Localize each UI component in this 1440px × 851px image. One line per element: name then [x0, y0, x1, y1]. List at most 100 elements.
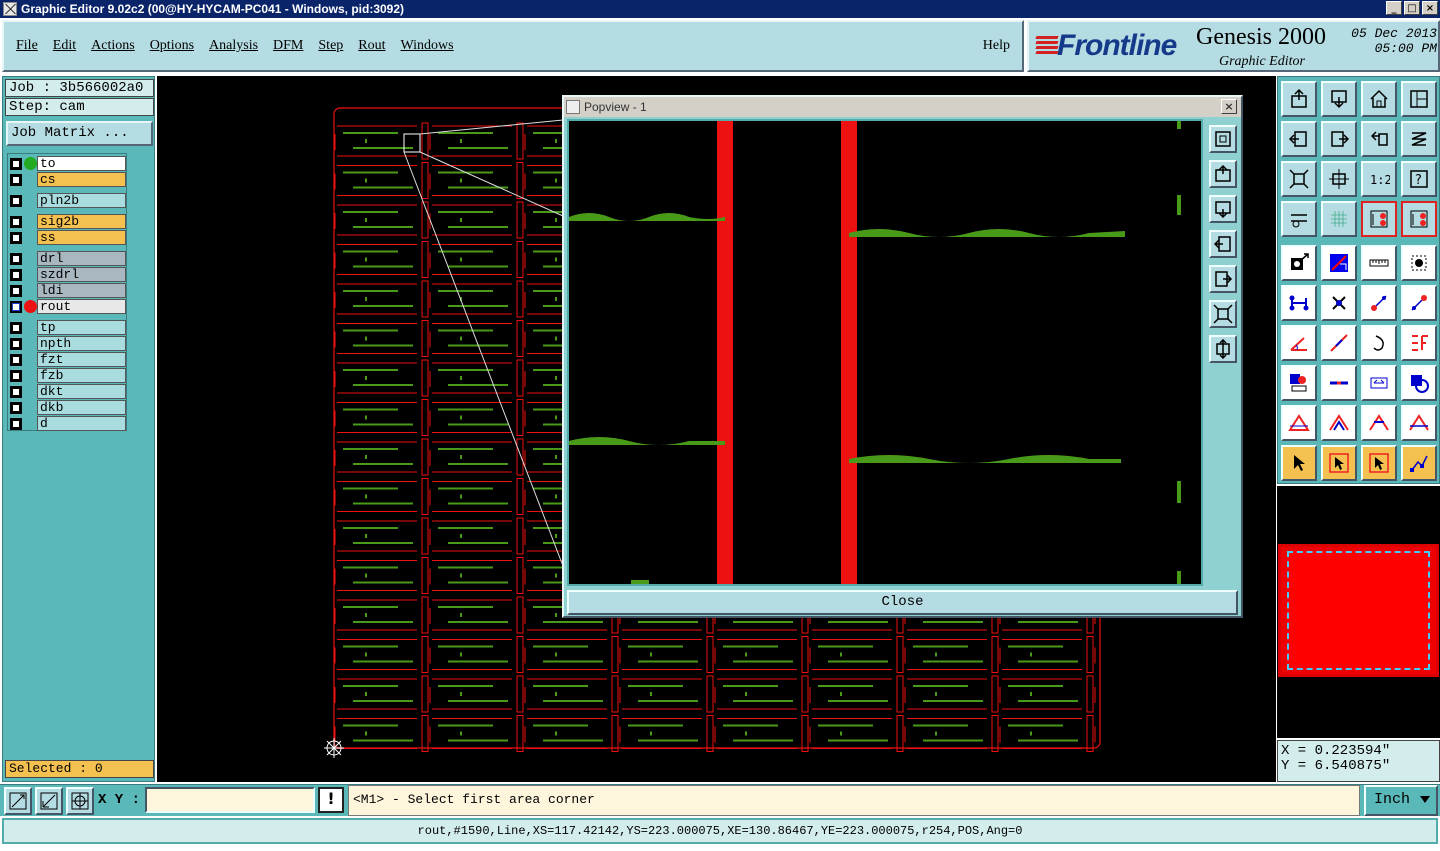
- layer-row-npth[interactable]: npth: [10, 336, 126, 351]
- connect-button[interactable]: [1361, 285, 1397, 321]
- layer-checkbox[interactable]: [10, 385, 22, 398]
- layer-row-to[interactable]: to: [10, 156, 126, 171]
- add-line-button[interactable]: [1321, 245, 1357, 281]
- layer-row-ldi[interactable]: ldi: [10, 283, 126, 298]
- popview-close-button[interactable]: Close: [567, 590, 1238, 615]
- route-button[interactable]: [1401, 285, 1437, 321]
- center-button[interactable]: [1321, 161, 1357, 197]
- select-box-button[interactable]: [1401, 245, 1437, 281]
- triangle-area-button[interactable]: [1361, 405, 1397, 441]
- layer-row-drl[interactable]: drl: [10, 251, 126, 266]
- maximize-button[interactable]: □: [1404, 1, 1420, 15]
- pan-left-button[interactable]: [1281, 121, 1317, 157]
- unit-selector[interactable]: Inch: [1364, 785, 1438, 816]
- menu-step[interactable]: Step: [318, 38, 343, 54]
- popview-canvas[interactable]: [567, 119, 1203, 586]
- add-pad-button[interactable]: [1281, 245, 1317, 281]
- text-button[interactable]: [1401, 325, 1437, 361]
- menu-options[interactable]: Options: [150, 38, 194, 54]
- layer-checkbox[interactable]: [10, 321, 22, 334]
- query-button[interactable]: ?: [1401, 161, 1437, 197]
- layer-red2-button[interactable]: [1401, 201, 1437, 237]
- layer-row-dkt[interactable]: dkt: [10, 384, 126, 399]
- delete-button[interactable]: [1321, 285, 1357, 321]
- pop-center-icon[interactable]: [1209, 335, 1237, 363]
- snap-point-button[interactable]: [1401, 445, 1437, 481]
- menu-rout[interactable]: Rout: [358, 38, 385, 54]
- layer-checkbox[interactable]: [10, 300, 22, 313]
- cursor-button[interactable]: [1281, 445, 1317, 481]
- menu-edit[interactable]: Edit: [53, 38, 76, 54]
- pop-zoom-home-icon[interactable]: [1209, 160, 1237, 188]
- measure-mode-icon[interactable]: [35, 787, 63, 815]
- layer-checkbox[interactable]: [10, 417, 22, 430]
- pop-pan-left-icon[interactable]: [1209, 230, 1237, 258]
- layer-checkbox[interactable]: [10, 337, 22, 350]
- popview-close-x-button[interactable]: ×: [1221, 99, 1237, 114]
- layer-red-button[interactable]: [1361, 201, 1397, 237]
- layer-checkbox[interactable]: [10, 252, 22, 265]
- layer-row-dkb[interactable]: dkb: [10, 400, 126, 415]
- layer-row-szdrl[interactable]: szdrl: [10, 267, 126, 282]
- copy-button[interactable]: [1401, 365, 1437, 401]
- cursor-box2-button[interactable]: [1361, 445, 1397, 481]
- grid-mode-icon[interactable]: [66, 787, 94, 815]
- menu-dfm[interactable]: DFM: [273, 38, 303, 54]
- layer-row-cs[interactable]: cs: [10, 172, 126, 187]
- cursor-box-button[interactable]: [1321, 445, 1357, 481]
- layer-checkbox[interactable]: [10, 369, 22, 382]
- close-window-button[interactable]: ×: [1422, 1, 1438, 15]
- menu-windows[interactable]: Windows: [401, 38, 454, 54]
- layer-checkbox[interactable]: [10, 157, 22, 170]
- layer-checkbox[interactable]: [10, 194, 22, 207]
- snap-button[interactable]: [1281, 201, 1317, 237]
- layer-row-d[interactable]: d: [10, 416, 126, 431]
- zoom-home-button[interactable]: [1281, 81, 1317, 117]
- fit-button[interactable]: [1281, 161, 1317, 197]
- xy-input[interactable]: [145, 787, 315, 813]
- redraw-button[interactable]: [1401, 121, 1437, 157]
- undo-zoom-button[interactable]: [1361, 121, 1397, 157]
- triangle-button[interactable]: [1281, 405, 1317, 441]
- pop-pan-right-icon[interactable]: [1209, 265, 1237, 293]
- triangle-line-button[interactable]: [1401, 405, 1437, 441]
- layer-row-fzt[interactable]: fzt: [10, 352, 126, 367]
- pop-zoom-icon[interactable]: [1209, 125, 1237, 153]
- layer-checkbox[interactable]: [10, 284, 22, 297]
- layer-row-sig2b[interactable]: sig2b: [10, 214, 126, 229]
- arc-button[interactable]: [1361, 325, 1397, 361]
- snap-mode-icon[interactable]: [4, 787, 32, 815]
- layer-row-fzb[interactable]: fzb: [10, 368, 126, 383]
- pan-right-button[interactable]: [1321, 121, 1357, 157]
- home-button[interactable]: [1361, 81, 1397, 117]
- mini-navigator[interactable]: [1278, 544, 1439, 677]
- move-button[interactable]: [1281, 285, 1317, 321]
- layer-row-pln2b[interactable]: pln2b: [10, 193, 126, 208]
- menu-help[interactable]: Help: [983, 38, 1010, 54]
- dimension-button[interactable]: [1361, 365, 1397, 401]
- minimize-button[interactable]: _: [1386, 1, 1402, 15]
- angle-button[interactable]: [1281, 325, 1317, 361]
- layer-checkbox[interactable]: [10, 231, 22, 244]
- layer-checkbox[interactable]: [10, 268, 22, 281]
- job-matrix-button[interactable]: Job Matrix ...: [6, 121, 153, 146]
- pop-zoom-in-icon[interactable]: [1209, 195, 1237, 223]
- grid-button[interactable]: [1321, 201, 1357, 237]
- alert-button[interactable]: !: [318, 787, 344, 813]
- merge-button[interactable]: [1281, 365, 1317, 401]
- layer-checkbox[interactable]: [10, 215, 22, 228]
- layer-checkbox[interactable]: [10, 173, 22, 186]
- layer-checkbox[interactable]: [10, 353, 22, 366]
- layer-row-rout[interactable]: rout: [10, 299, 126, 314]
- scale-1to2-button[interactable]: 1:2: [1361, 161, 1397, 197]
- layer-row-ss[interactable]: ss: [10, 230, 126, 245]
- triangle-sel-button[interactable]: [1321, 405, 1357, 441]
- layer-checkbox[interactable]: [10, 401, 22, 414]
- zoom-in-button[interactable]: [1321, 81, 1357, 117]
- pop-fit-icon[interactable]: [1209, 300, 1237, 328]
- cut-button[interactable]: [1321, 365, 1357, 401]
- measure-button[interactable]: [1361, 245, 1397, 281]
- menu-actions[interactable]: Actions: [91, 38, 135, 54]
- menu-file[interactable]: File: [16, 38, 38, 54]
- split-view-button[interactable]: [1401, 81, 1437, 117]
